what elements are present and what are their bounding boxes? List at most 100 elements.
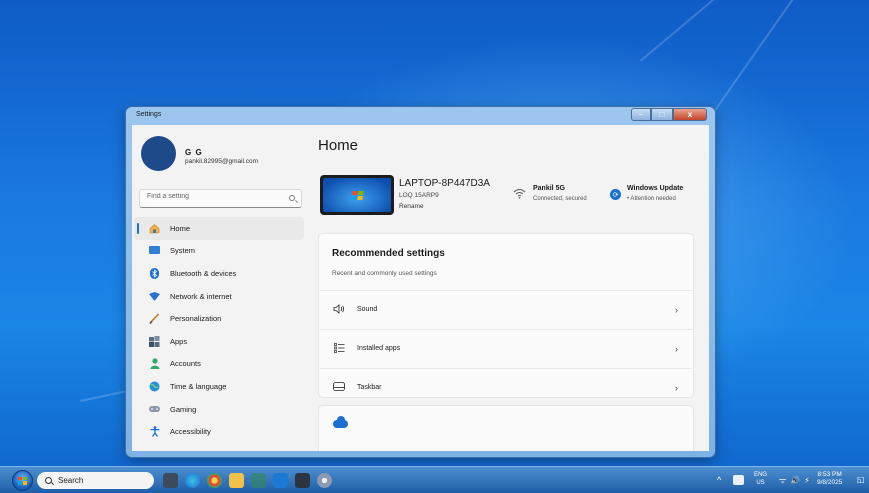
- task-view-icon[interactable]: [163, 473, 178, 488]
- onedrive-card[interactable]: [318, 405, 694, 451]
- globe-clock-icon: [149, 381, 160, 392]
- tray-app-icon[interactable]: [733, 475, 744, 485]
- search-icon: [289, 195, 295, 201]
- row-label: Installed apps: [357, 345, 401, 352]
- recommended-subtitle: Recent and commonly used settings: [332, 270, 437, 277]
- page-title: Home: [318, 137, 359, 154]
- windows-update-status: • Attention needed: [627, 196, 676, 202]
- rename-link[interactable]: Rename: [399, 203, 424, 210]
- search-input[interactable]: [147, 193, 287, 200]
- cloud-icon: [333, 416, 348, 428]
- accessibility-icon: [149, 426, 160, 438]
- volume-icon: 🔊: [790, 476, 805, 485]
- sidebar-item-accessibility[interactable]: Accessibility: [134, 420, 304, 443]
- clock[interactable]: 8:53 PM 9/8/2025: [817, 471, 842, 487]
- sidebar-item-label: Accessibility: [170, 427, 211, 437]
- language-indicator[interactable]: ENG US: [754, 471, 767, 487]
- wifi-icon: ᯤ: [779, 476, 791, 485]
- sidebar-item-label: Time & language: [170, 381, 227, 391]
- recommended-row-taskbar[interactable]: Taskbar ›: [320, 368, 692, 406]
- gamepad-icon: [149, 404, 160, 415]
- window-title: Settings: [136, 111, 162, 118]
- taskbar: Search ^ ENG US ᯤ🔊⚡ 8:53 PM 9/8/2025 ◱: [0, 466, 869, 493]
- title-bar[interactable]: Settings – □ x: [126, 107, 715, 125]
- sidebar-item-personalization[interactable]: Personalization: [134, 307, 304, 330]
- bluetooth-icon: [149, 267, 160, 279]
- device-thumbnail: [320, 175, 394, 215]
- user-email: pankil.82995@gmail.com: [185, 158, 259, 165]
- snipping-tool-icon[interactable]: [295, 473, 310, 488]
- minimize-button[interactable]: –: [631, 108, 651, 121]
- battery-icon: ⚡: [804, 476, 814, 485]
- apps-icon: [149, 335, 160, 347]
- desktop-preview: [323, 178, 391, 212]
- settings-window: Settings – □ x G G pankil.82995@gmail.co…: [126, 107, 715, 457]
- chevron-up-icon[interactable]: ^: [717, 475, 721, 485]
- caption-buttons: – □ x: [631, 108, 707, 121]
- sidebar-item-apps[interactable]: Apps: [134, 330, 304, 353]
- device-name: LAPTOP-8P447D3A: [399, 178, 490, 189]
- file-explorer-icon[interactable]: [229, 473, 244, 488]
- sidebar-item-label: Bluetooth & devices: [170, 268, 237, 278]
- windows-update-title[interactable]: Windows Update: [627, 185, 683, 192]
- maximize-button[interactable]: □: [651, 108, 673, 121]
- list-icon: [332, 342, 346, 355]
- row-label: Taskbar: [357, 384, 382, 391]
- sidebar-nav: Home System Bluetooth & devices Network …: [134, 217, 304, 443]
- person-icon: [149, 358, 160, 370]
- sidebar-item-system[interactable]: System: [134, 240, 304, 263]
- sidebar-item-label: Home: [170, 223, 191, 233]
- sidebar-item-gaming[interactable]: Gaming: [134, 398, 304, 421]
- edge-icon[interactable]: [185, 473, 200, 488]
- wallpaper-streak: [700, 0, 851, 132]
- search-icon: [45, 477, 52, 484]
- search-field[interactable]: [139, 189, 302, 208]
- network-name[interactable]: Pankil 5G: [533, 185, 565, 192]
- notification-icon[interactable]: ◱: [857, 475, 865, 484]
- main-content: Home LAPTOP-8P447D3A LOQ 15ARP9 Rename P…: [308, 125, 709, 451]
- brush-icon: [149, 313, 160, 325]
- microsoft-store-icon[interactable]: [273, 473, 288, 488]
- quick-settings-icons[interactable]: ᯤ🔊⚡: [779, 475, 814, 486]
- sidebar-item-network[interactable]: Network & internet: [134, 285, 304, 308]
- desktop-background: Settings – □ x G G pankil.82995@gmail.co…: [0, 0, 869, 466]
- sidebar-item-home[interactable]: Home: [134, 217, 304, 240]
- taskbar-search[interactable]: Search: [37, 472, 154, 489]
- sidebar-item-label: Accounts: [170, 359, 201, 369]
- sidebar-item-time-language[interactable]: Time & language: [134, 375, 304, 398]
- recommended-settings-card: Recommended settings Recent and commonly…: [318, 233, 694, 398]
- settings-client-area: G G pankil.82995@gmail.com Home: [132, 125, 709, 451]
- user-name: G G: [185, 148, 203, 157]
- device-model: LOQ 15ARP9: [399, 192, 439, 199]
- avatar[interactable]: [141, 136, 176, 171]
- close-button[interactable]: x: [673, 108, 707, 121]
- sidebar-item-accounts[interactable]: Accounts: [134, 353, 304, 376]
- recommended-row-installed-apps[interactable]: Installed apps ›: [320, 329, 692, 367]
- settings-gear-icon[interactable]: [317, 473, 332, 488]
- home-icon: [149, 223, 160, 234]
- chrome-icon[interactable]: [207, 473, 222, 488]
- clock-date: 9/8/2025: [817, 479, 843, 486]
- wifi-icon: [513, 188, 526, 199]
- row-label: Sound: [357, 306, 378, 313]
- wifi-diamond-icon: [149, 291, 160, 302]
- system-icon: [149, 245, 160, 256]
- recommended-title: Recommended settings: [332, 248, 445, 259]
- sidebar-item-label: Gaming: [170, 404, 197, 414]
- windows-update-icon: ⟳: [610, 189, 621, 200]
- system-tray: ^ ENG US ᯤ🔊⚡ 8:53 PM 9/8/2025 ◱: [714, 467, 869, 493]
- chevron-right-icon: ›: [675, 304, 678, 315]
- sidebar: G G pankil.82995@gmail.com Home: [132, 125, 308, 451]
- sidebar-item-bluetooth[interactable]: Bluetooth & devices: [134, 262, 304, 285]
- sidebar-item-label: Personalization: [170, 314, 222, 324]
- clock-time: 8:53 PM: [817, 471, 842, 478]
- language-code: ENG: [754, 472, 768, 478]
- start-button[interactable]: [12, 470, 33, 491]
- recommended-row-sound[interactable]: Sound ›: [320, 290, 692, 328]
- app-icon[interactable]: [251, 473, 266, 488]
- chevron-right-icon: ›: [675, 343, 678, 354]
- sidebar-item-label: Apps: [170, 336, 188, 346]
- taskbar-icon: [332, 382, 346, 393]
- windows-logo-icon: [350, 190, 364, 200]
- chevron-right-icon: ›: [675, 382, 678, 393]
